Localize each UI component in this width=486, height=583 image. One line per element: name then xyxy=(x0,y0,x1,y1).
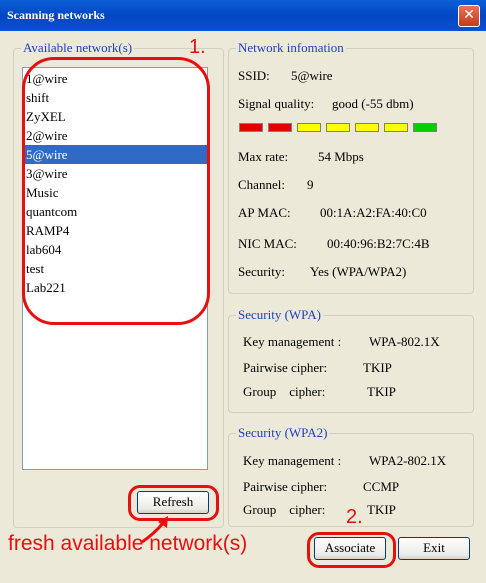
wpa2-key-label: Key management : xyxy=(243,453,342,468)
wpa-pairwise-value: TKIP xyxy=(363,360,392,375)
nic-mac-value: 00:40:96:B2:7C:4B xyxy=(327,236,430,251)
close-icon: ✕ xyxy=(463,7,475,23)
security-value: Yes (WPA/WPA2) xyxy=(310,264,407,279)
channel-label: Channel: xyxy=(238,177,285,192)
network-list-highlight xyxy=(22,57,210,325)
signal-bar xyxy=(413,123,437,132)
title-bar: Scanning networks ✕ xyxy=(0,0,486,31)
wpa-group-value: TKIP xyxy=(367,384,396,399)
step-2-marker: 2. xyxy=(346,506,363,528)
security-label: Security: xyxy=(238,264,285,279)
signal-value: good (-55 dbm) xyxy=(332,96,414,111)
ap-mac-value: 00:1A:A2:FA:40:C0 xyxy=(320,205,427,220)
associate-highlight xyxy=(307,532,396,568)
window-title: Scanning networks xyxy=(7,8,105,22)
signal-label: Signal quality: xyxy=(238,96,315,111)
close-button[interactable]: ✕ xyxy=(458,5,480,27)
ssid-label: SSID: xyxy=(238,68,270,83)
annotation-caption: fresh available network(s) xyxy=(8,532,248,555)
signal-bar xyxy=(297,123,321,132)
max-rate-label: Max rate: xyxy=(238,149,289,164)
nic-mac-label: NIC MAC: xyxy=(238,236,297,251)
available-networks-legend: Available network(s) xyxy=(21,40,135,56)
security-wpa2-legend: Security (WPA2) xyxy=(236,425,330,441)
wpa-pairwise-label: Pairwise cipher: xyxy=(243,360,328,375)
max-rate-value: 54 Mbps xyxy=(318,149,364,164)
signal-bar xyxy=(384,123,408,132)
annotation-arrow xyxy=(141,516,168,544)
wpa2-group-value: TKIP xyxy=(367,502,396,517)
wpa2-group-label: Group cipher: xyxy=(243,502,326,517)
wpa2-key-value: WPA2-802.1X xyxy=(369,453,447,468)
security-wpa-legend: Security (WPA) xyxy=(236,307,323,323)
exit-button[interactable]: Exit xyxy=(398,537,470,560)
wpa-group-label: Group cipher: xyxy=(243,384,326,399)
step-1-marker: 1. xyxy=(189,36,206,58)
ssid-value: 5@wire xyxy=(291,68,333,83)
channel-value: 9 xyxy=(307,177,314,192)
signal-bar xyxy=(268,123,292,132)
signal-bar xyxy=(239,123,263,132)
network-info-group: Network infomation xyxy=(228,40,474,294)
ap-mac-label: AP MAC: xyxy=(238,205,291,220)
signal-bar xyxy=(355,123,379,132)
wpa-key-label: Key management : xyxy=(243,334,342,349)
wpa-key-value: WPA-802.1X xyxy=(369,334,440,349)
network-info-legend: Network infomation xyxy=(236,40,346,56)
wpa2-pairwise-label: Pairwise cipher: xyxy=(243,479,328,494)
wpa2-pairwise-value: CCMP xyxy=(363,479,400,494)
signal-bar xyxy=(326,123,350,132)
